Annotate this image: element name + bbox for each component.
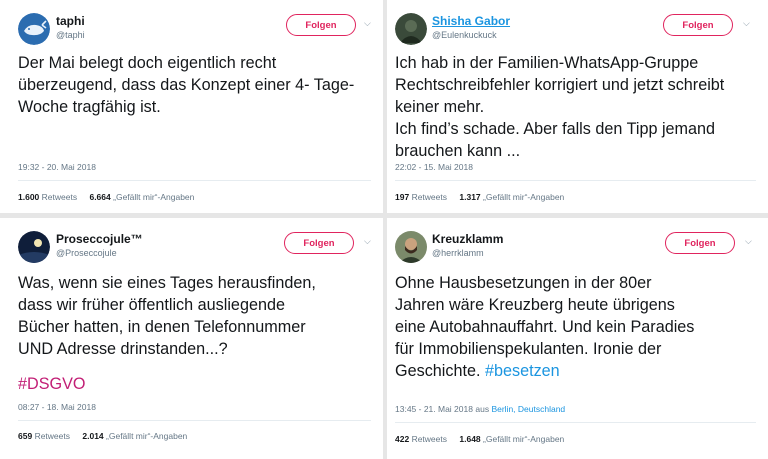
like-count[interactable]: 2.014	[82, 431, 103, 441]
retweets-label: Retweets	[411, 192, 447, 202]
like-count[interactable]: 1.648	[459, 434, 480, 444]
author-handle[interactable]: @Proseccojule	[56, 248, 117, 258]
tweet-text: Ohne Hausbesetzungen in der 80er Jahren …	[395, 272, 694, 382]
location-link[interactable]: Berlin, Deutschland	[491, 404, 565, 414]
tweet-stats: 659 Retweets 2.014 „Gefällt mir“-Angaben	[18, 431, 187, 441]
tweet-timestamp[interactable]: 13:45 - 21. Mai 2018	[395, 404, 473, 414]
author-handle[interactable]: @herrklamm	[432, 248, 484, 258]
location-prefix: aus	[475, 404, 490, 414]
author-name[interactable]: Shisha Gabor	[432, 14, 510, 28]
tweet-card-kreuzklamm: Kreuzklamm @herrklamm Folgen ⌵ Ohne Haus…	[387, 218, 768, 459]
tweet-meta: 13:45 - 21. Mai 2018 aus Berlin, Deutsch…	[395, 404, 565, 414]
tweet-timestamp[interactable]: 19:32 - 20. Mai 2018	[18, 162, 96, 172]
hashtag-link[interactable]: #DSGVO	[18, 373, 85, 395]
like-count[interactable]: 6.664	[89, 192, 110, 202]
tweet-card-shisha-gabor: Shisha Gabor @Eulenkuckuck Folgen ⌵ Ich …	[387, 0, 768, 213]
retweets-label: Retweets	[41, 192, 78, 202]
retweet-count[interactable]: 1.600	[18, 192, 39, 202]
separator	[18, 420, 371, 421]
follow-button[interactable]: Folgen	[286, 14, 356, 36]
author-handle[interactable]: @Eulenkuckuck	[432, 30, 497, 40]
chevron-down-icon[interactable]: ⌵	[745, 236, 752, 247]
author-name[interactable]: taphi	[56, 14, 85, 28]
dark-photo-avatar-icon[interactable]	[395, 13, 427, 45]
whale-avatar-icon[interactable]	[18, 13, 50, 45]
separator	[395, 180, 756, 181]
follow-button[interactable]: Folgen	[663, 14, 733, 36]
tweet-text: Was, wenn sie eines Tages herausfinden, …	[18, 274, 316, 358]
likes-label: „Gefällt mir“-Angaben	[483, 434, 565, 444]
author-handle[interactable]: @taphi	[56, 30, 85, 40]
retweet-count[interactable]: 422	[395, 434, 409, 444]
follow-button[interactable]: Folgen	[284, 232, 354, 254]
tweet-card-proseccojule: Proseccojule™ @Proseccojule Folgen ⌵ Was…	[0, 218, 383, 459]
separator	[18, 180, 371, 181]
tweet-stats: 422 Retweets 1.648 „Gefällt mir“-Angaben	[395, 434, 564, 444]
tweet-timestamp[interactable]: 08:27 - 18. Mai 2018	[18, 402, 96, 412]
tweet-stats: 1.600 Retweets 6.664 „Gefällt mir“-Angab…	[18, 192, 194, 202]
chevron-down-icon[interactable]: ⌵	[743, 18, 750, 29]
author-name[interactable]: Proseccojule™	[56, 232, 143, 246]
tweet-card-taphi: taphi @taphi Folgen ⌵ Der Mai belegt doc…	[0, 0, 383, 213]
chevron-down-icon[interactable]: ⌵	[364, 18, 371, 29]
retweets-label: Retweets	[411, 434, 447, 444]
bearded-man-avatar-icon[interactable]	[395, 231, 427, 263]
likes-label: „Gefällt mir“-Angaben	[483, 192, 565, 202]
retweets-label: Retweets	[34, 431, 70, 441]
like-count[interactable]: 1.317	[459, 192, 480, 202]
author-name[interactable]: Kreuzklamm	[432, 232, 503, 246]
tweet-stats: 197 Retweets 1.317 „Gefällt mir“-Angaben	[395, 192, 564, 202]
retweet-count[interactable]: 197	[395, 192, 409, 202]
retweet-count[interactable]: 659	[18, 431, 32, 441]
tweet-text: Der Mai belegt doch eigentlich recht übe…	[18, 54, 355, 116]
night-sky-avatar-icon[interactable]	[18, 231, 50, 263]
chevron-down-icon[interactable]: ⌵	[364, 236, 371, 247]
follow-button[interactable]: Folgen	[665, 232, 735, 254]
hashtag-link[interactable]: #besetzen	[485, 362, 560, 380]
separator	[395, 422, 756, 423]
likes-label: „Gefällt mir“-Angaben	[106, 431, 188, 441]
likes-label: „Gefällt mir“-Angaben	[113, 192, 195, 202]
tweet-text: Ich hab in der Familien-WhatsApp-Gruppe …	[395, 54, 725, 160]
tweet-timestamp[interactable]: 22:02 - 15. Mai 2018	[395, 162, 473, 172]
